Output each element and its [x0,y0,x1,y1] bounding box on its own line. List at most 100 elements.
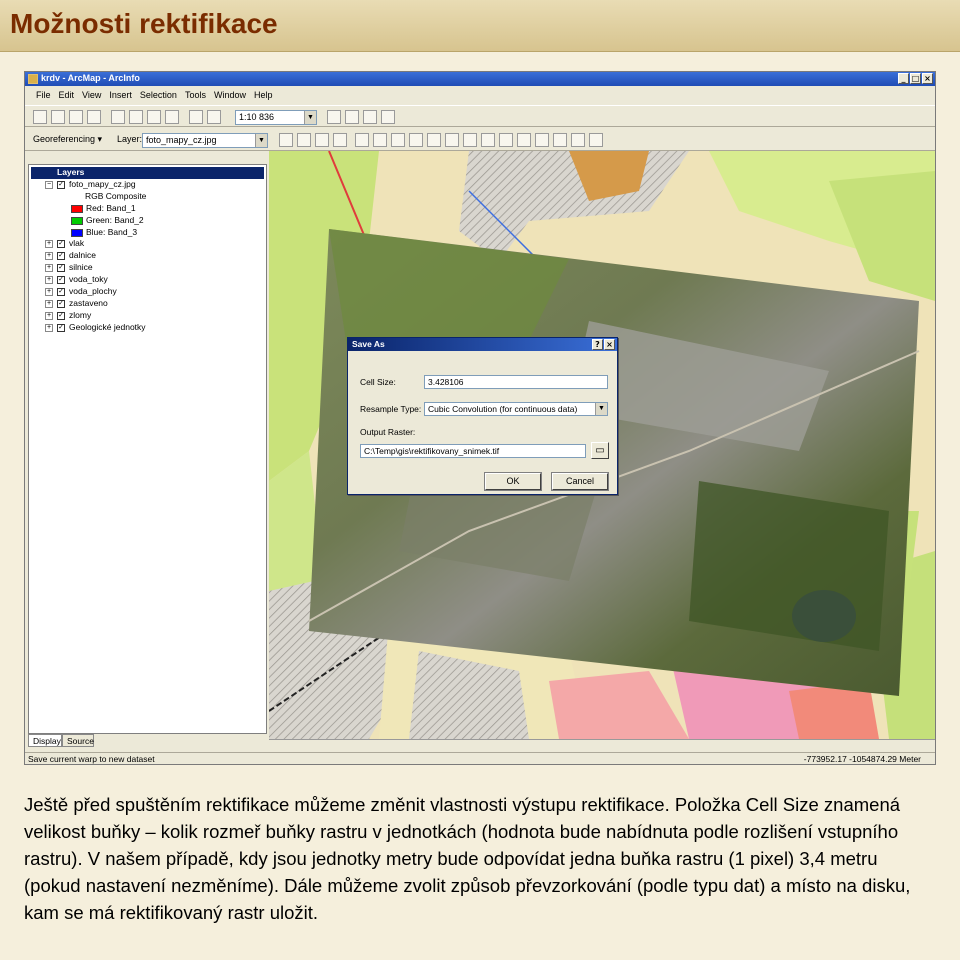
delete-icon[interactable] [165,110,179,124]
map-scrollbar[interactable] [269,739,935,749]
dialog-title: Save As [352,339,385,349]
expand-icon[interactable]: + [45,300,53,308]
dialog-help-button[interactable]: ? [592,339,603,350]
menu-view[interactable]: View [79,89,106,103]
toc-layer-silnice[interactable]: silnice [69,262,93,274]
menu-file[interactable]: File [33,89,56,103]
cell-size-input[interactable]: 3.428106 [424,375,608,389]
shift-icon[interactable] [297,133,311,147]
new-icon[interactable] [33,110,47,124]
full-extent-icon[interactable] [445,133,459,147]
toc-layer-voda-toky[interactable]: voda_toky [69,274,108,286]
window-title: krdv - ArcMap - ArcInfo [41,73,140,83]
layer-checkbox[interactable]: ✓ [57,312,65,320]
toc-rgb-composite: RGB Composite [85,191,147,201]
layer-checkbox[interactable]: ✓ [57,252,65,260]
cancel-button[interactable]: Cancel [551,472,609,491]
menu-edit[interactable]: Edit [56,89,80,103]
georeferencing-menu[interactable]: Georeferencing ▾ [33,134,102,145]
measure-icon[interactable] [571,133,585,147]
toc-layer-zlomy[interactable]: zlomy [69,310,91,322]
expand-icon[interactable]: + [45,276,53,284]
slide-title-bar: Možnosti rektifikace [0,0,960,52]
pan-hand-icon[interactable] [427,133,441,147]
chevron-down-icon: ▼ [255,134,267,147]
red-band-swatch [71,205,83,213]
close-button[interactable]: × [922,73,933,84]
toc-raster-layer[interactable]: foto_mapy_cz.jpg [69,179,136,191]
minimize-button[interactable]: _ [898,73,909,84]
maximize-button[interactable]: □ [910,73,921,84]
print-icon[interactable] [87,110,101,124]
expand-icon[interactable]: + [45,252,53,260]
status-coordinates: -773952.17 -1054874.29 Meter [803,754,921,764]
expand-icon[interactable]: + [45,240,53,248]
paste-icon[interactable] [147,110,161,124]
hyperlink-icon[interactable] [589,133,603,147]
menu-tools[interactable]: Tools [182,89,211,103]
green-band-swatch [71,217,83,225]
select-features-icon[interactable] [499,133,513,147]
open-icon[interactable] [51,110,65,124]
layer-checkbox[interactable]: ✓ [57,264,65,272]
ok-button[interactable]: OK [484,472,542,491]
tab-source[interactable]: Source [62,734,94,747]
menu-window[interactable]: Window [211,89,251,103]
blue-band-swatch [71,229,83,237]
add-data-icon[interactable] [207,110,221,124]
add-control-points-icon[interactable] [315,133,329,147]
tab-display[interactable]: Display [28,734,62,747]
collapse-icon[interactable]: − [45,181,53,189]
layer-checkbox[interactable]: ✓ [57,324,65,332]
view-link-table-icon[interactable] [333,133,347,147]
forward-arrow-icon[interactable] [481,133,495,147]
toc-layer-zastaveno[interactable]: zastaveno [69,298,108,310]
toc-layer-geologicke-jednotky[interactable]: Geologické jednotky [69,322,146,334]
expand-icon[interactable]: + [45,264,53,272]
fixed-zoom-out-icon[interactable] [409,133,423,147]
command-line-icon[interactable] [363,110,377,124]
expand-icon[interactable]: + [45,288,53,296]
help-icon[interactable] [381,110,395,124]
menu-insert[interactable]: Insert [106,89,137,103]
toc-layer-voda-plochy[interactable]: voda_plochy [69,286,117,298]
resample-type-select[interactable]: Cubic Convolution (for continuous data) … [424,402,608,416]
copy-icon[interactable] [129,110,143,124]
output-raster-input[interactable]: C:\Temp\gis\rektifikovany_snimek.tif [360,444,586,458]
expand-icon[interactable]: + [45,324,53,332]
layer-combo[interactable]: foto_mapy_cz.jpg ▼ [142,133,268,148]
map-scale-combo[interactable]: 1:10 836 ▼ [235,110,317,125]
find-binoculars-icon[interactable] [553,133,567,147]
save-as-dialog: Save As ? × Cell Size: 3.428106 Resample… [347,337,618,495]
layer-checkbox[interactable]: ✓ [57,276,65,284]
dialog-close-button[interactable]: × [604,339,615,350]
select-elements-icon[interactable] [517,133,531,147]
layer-checkbox[interactable]: ✓ [57,181,65,189]
back-arrow-icon[interactable] [463,133,477,147]
layer-checkbox[interactable]: ✓ [57,288,65,296]
menu-help[interactable]: Help [251,89,278,103]
arctoolbox-icon[interactable] [345,110,359,124]
save-icon[interactable] [69,110,83,124]
expand-icon[interactable]: + [45,312,53,320]
arcmap-icon [28,74,38,84]
zoom-out-icon[interactable] [373,133,387,147]
browse-folder-icon[interactable]: ▭ [591,442,609,459]
toc-layer-vlak[interactable]: vlak [69,238,84,250]
undo-icon[interactable] [189,110,203,124]
layer-checkbox[interactable]: ✓ [57,240,65,248]
menu-selection[interactable]: Selection [137,89,182,103]
toc-layer-dalnice[interactable]: dalnice [69,250,96,262]
rotate-icon[interactable] [279,133,293,147]
layer-combo-value: foto_mapy_cz.jpg [146,135,217,145]
slide-title: Možnosti rektifikace [10,8,278,39]
cut-icon[interactable] [111,110,125,124]
dialog-titlebar: Save As ? × [348,338,617,351]
georeferencing-toolbar: Georeferencing ▾ Layer: foto_mapy_cz.jpg… [25,129,935,151]
zoom-in-icon[interactable] [355,133,369,147]
fixed-zoom-in-icon[interactable] [391,133,405,147]
editor-icon[interactable] [327,110,341,124]
identify-icon[interactable] [535,133,549,147]
layer-checkbox[interactable]: ✓ [57,300,65,308]
toc-layers-header[interactable]: Layers [31,167,264,179]
